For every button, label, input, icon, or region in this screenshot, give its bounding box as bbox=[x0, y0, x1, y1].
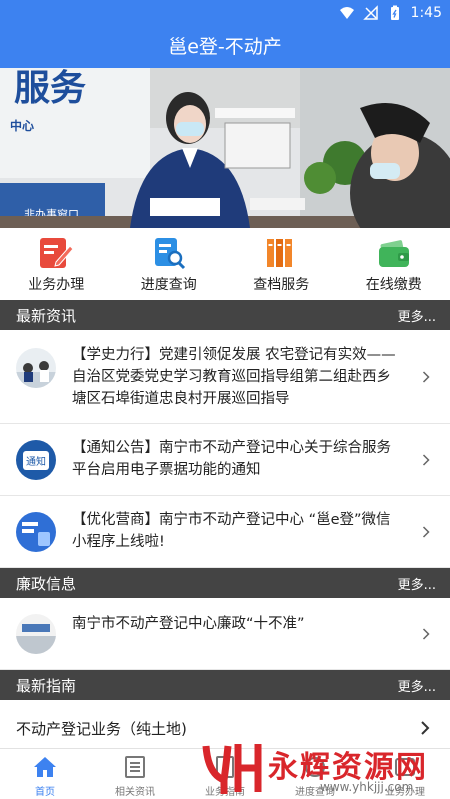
news-item-3-text: 【优化营商】南宁市不动产登记中心 “邕e登”微信小程序上线啦! bbox=[72, 512, 391, 550]
integrity-section-title: 廉政信息 bbox=[16, 574, 77, 593]
chevron-right-icon bbox=[422, 371, 430, 383]
archive-icon bbox=[267, 239, 293, 267]
edit-doc-icon bbox=[40, 238, 74, 268]
news-item-1[interactable]: 【学史力行】党建引领促发展 农宅登记有实效——自治区党委党史学习教育巡回指导组第… bbox=[0, 330, 450, 424]
news-thumb-1 bbox=[16, 348, 56, 388]
quick-item-progress[interactable]: 进度查询 bbox=[113, 228, 226, 300]
home-icon bbox=[34, 757, 56, 777]
nav-business[interactable]: 业务办理 bbox=[360, 749, 450, 799]
guide-item-1-text: 不动产登记业务（纯土地) bbox=[16, 719, 187, 738]
nav-home[interactable]: 首页 bbox=[0, 749, 90, 799]
news-item-3[interactable]: 【优化营商】南宁市不动产登记中心 “邕e登”微信小程序上线啦! bbox=[0, 496, 450, 568]
chevron-right-icon bbox=[422, 526, 430, 538]
progress-icon bbox=[305, 757, 325, 777]
status-time: 1:45 bbox=[410, 5, 442, 21]
quick-label-progress: 进度查询 bbox=[140, 277, 197, 293]
quick-item-archive[interactable]: 查档服务 bbox=[225, 228, 338, 300]
quick-label-archive: 查档服务 bbox=[253, 277, 310, 293]
bottom-nav: 首页 相关资讯 业务指南 进度查询 业务办理 bbox=[0, 748, 450, 799]
guide-more-link[interactable]: 更多... bbox=[398, 676, 436, 695]
news-thumb-2-label: 通知 bbox=[23, 450, 49, 470]
news-item-2[interactable]: 通知 【通知公告】南宁市不动产登记中心关于综合服务平台启用电子票据功能的通知 bbox=[0, 424, 450, 496]
nav-progress-label: 进度查询 bbox=[295, 787, 335, 798]
business-icon bbox=[395, 758, 415, 776]
news-more-link[interactable]: 更多... bbox=[398, 306, 436, 325]
news-item-2-text: 【通知公告】南宁市不动产登记中心关于综合服务平台启用电子票据功能的通知 bbox=[72, 440, 391, 478]
wifi-icon bbox=[339, 7, 354, 19]
quick-item-business[interactable]: 业务办理 bbox=[0, 228, 113, 300]
guide-icon bbox=[216, 756, 234, 778]
quick-label-business: 业务办理 bbox=[28, 277, 85, 293]
news-thumb-3 bbox=[16, 512, 56, 552]
banner-illustration: 服务 中心 非办事窗口 bbox=[0, 68, 450, 228]
chevron-right-icon bbox=[422, 454, 430, 466]
no-signal-icon bbox=[362, 5, 378, 20]
news-section-title: 最新资讯 bbox=[16, 306, 77, 325]
wallet-icon bbox=[378, 240, 409, 267]
banner-image[interactable]: 服务 中心 非办事窗口 bbox=[0, 68, 450, 228]
guide-item-1[interactable]: 不动产登记业务（纯土地) bbox=[0, 708, 450, 748]
nav-progress[interactable]: 进度查询 bbox=[270, 749, 360, 799]
news-icon bbox=[125, 756, 145, 778]
banner-sign-sub: 中心 bbox=[10, 118, 34, 133]
app-bar: 1:45 邕e登-不动产 bbox=[0, 0, 450, 68]
news-section-header: 最新资讯 更多... bbox=[0, 300, 450, 330]
integrity-section-header: 廉政信息 更多... bbox=[0, 568, 450, 598]
quick-item-payment[interactable]: 在线缴费 bbox=[338, 228, 450, 300]
integrity-more-link[interactable]: 更多... bbox=[398, 574, 436, 593]
guide-section-header: 最新指南 更多... bbox=[0, 670, 450, 700]
chevron-right-icon bbox=[421, 721, 430, 735]
search-doc-icon bbox=[154, 238, 185, 270]
news-thumb-2: 通知 bbox=[16, 440, 56, 480]
news-item-1-text: 【学史力行】党建引领促发展 农宅登记有实效——自治区党委党史学习教育巡回指导组第… bbox=[72, 347, 396, 407]
integrity-item-1[interactable]: 南宁市不动产登记中心廉政“十不准” bbox=[0, 598, 450, 670]
nav-business-label: 业务办理 bbox=[385, 787, 425, 798]
guide-section-title: 最新指南 bbox=[16, 676, 77, 695]
status-bar: 1:45 bbox=[339, 0, 442, 26]
banner-sign-big: 服务 bbox=[14, 68, 86, 109]
nav-news[interactable]: 相关资讯 bbox=[90, 749, 180, 799]
integrity-thumb-1 bbox=[16, 614, 56, 654]
quick-menu: 业务办理 进度查询 查档服务 在线缴费 bbox=[0, 228, 450, 300]
battery-icon bbox=[390, 5, 399, 20]
nav-guide[interactable]: 业务指南 bbox=[180, 749, 270, 799]
app-title: 邕e登-不动产 bbox=[168, 36, 282, 58]
chevron-right-icon bbox=[422, 628, 430, 640]
nav-guide-label: 业务指南 bbox=[205, 787, 245, 798]
integrity-item-1-text: 南宁市不动产登记中心廉政“十不准” bbox=[72, 616, 305, 632]
nav-news-label: 相关资讯 bbox=[115, 787, 155, 798]
quick-label-payment: 在线缴费 bbox=[365, 277, 422, 293]
nav-home-label: 首页 bbox=[35, 787, 55, 798]
